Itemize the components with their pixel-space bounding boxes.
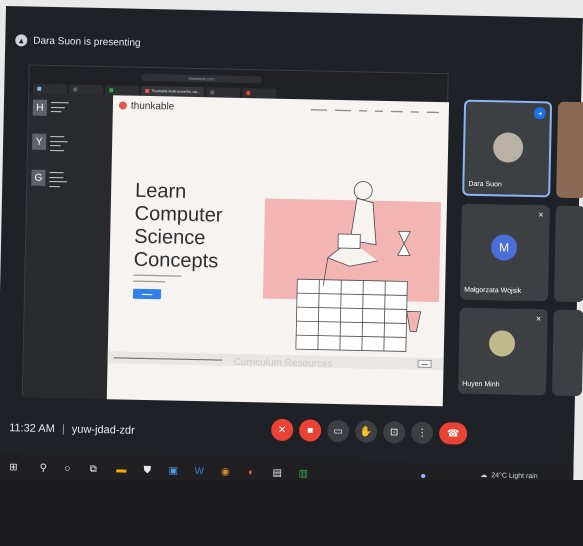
reading-list-item[interactable]: Y ▬▬▬▬ ▬▬▬▬▬ ▬▬▬ ▬▬▬▬ bbox=[28, 115, 113, 153]
browser-tab[interactable] bbox=[206, 87, 241, 98]
cloud-icon: ☁ bbox=[480, 472, 488, 480]
nav-link[interactable]: ▬▬ bbox=[411, 109, 419, 114]
participant-name: Dara Suon bbox=[468, 180, 502, 189]
participant-avatar bbox=[492, 132, 524, 163]
participant-tile-partial[interactable] bbox=[551, 309, 583, 397]
hero-illustration bbox=[262, 181, 441, 352]
browser-tab[interactable] bbox=[33, 83, 68, 95]
cortana-icon[interactable]: ○ bbox=[60, 461, 74, 475]
presenting-banner: ▲ Dara Suon is presenting bbox=[15, 34, 141, 49]
speaking-indicator-icon: ◂ bbox=[533, 107, 546, 120]
curriculum-watermark: Curriculum Resources bbox=[233, 356, 333, 370]
participant-tile-partial[interactable] bbox=[553, 205, 583, 303]
cookie-text-lines: ▬▬▬▬▬▬▬▬▬▬▬▬▬▬▬▬▬▬▬▬▬▬▬▬▬▬▬▬▬▬▬ bbox=[113, 355, 223, 362]
chrome-icon[interactable]: ◉ bbox=[218, 465, 232, 479]
nav-link[interactable]: ▬▬ bbox=[375, 108, 383, 113]
reading-list-item[interactable]: H ▬▬▬▬▬ ▬▬▬▬ ▬▬▬ bbox=[29, 94, 113, 118]
participant-tile-malgorzata[interactable]: M ✕ Małgorzata Wojsik bbox=[459, 203, 550, 302]
browser-tab[interactable] bbox=[105, 85, 140, 96]
participant-tile-dara[interactable]: ◂ Dara Suon bbox=[462, 99, 553, 198]
tab-favicon-icon bbox=[109, 88, 114, 93]
mic-off-icon: ✕ bbox=[537, 212, 544, 220]
document-app-icon[interactable]: ▤ bbox=[270, 466, 284, 480]
tab-favicon-icon bbox=[73, 87, 78, 92]
thunkable-logo[interactable]: thunkable bbox=[118, 100, 174, 112]
shared-browser-window: Thunkable Build powerful, nat... thunkab… bbox=[21, 64, 450, 407]
file-explorer-icon[interactable]: ▬ bbox=[114, 462, 128, 476]
hang-up-icon[interactable]: ☎ bbox=[438, 422, 468, 445]
meeting-code[interactable]: yuw-jdad-zdr bbox=[72, 423, 135, 436]
weather-text: 24°C Light rain bbox=[491, 471, 538, 480]
participant-tile-partial[interactable] bbox=[556, 101, 583, 199]
monitor-screen: ▲ Dara Suon is presenting Thunkable Buil… bbox=[0, 6, 583, 498]
item-letter-badge: Y bbox=[31, 133, 47, 150]
monitor-bezel bbox=[0, 480, 583, 546]
reading-list-item[interactable]: G ▬▬▬▬ ▬▬▬▬ ▬▬▬▬▬ ▬▬▬ bbox=[27, 151, 112, 189]
present-screen-icon[interactable]: ⊡ bbox=[382, 420, 406, 444]
hero-heading: Learn Computer Science Concepts bbox=[133, 179, 223, 273]
hero-subtitle-lines: ▬▬▬▬▬▬▬▬▬▬▬▬ ▬▬▬▬▬▬▬▬ bbox=[133, 271, 182, 284]
item-text-lines: ▬▬▬▬▬ ▬▬▬▬ ▬▬▬ bbox=[50, 99, 69, 114]
meeting-time: 11:32 AM bbox=[9, 422, 55, 436]
item-letter-badge: G bbox=[31, 169, 46, 186]
presenting-text: Dara Suon is presenting bbox=[33, 35, 141, 49]
presentation-icon: ▲ bbox=[15, 34, 28, 47]
store-icon[interactable]: ⛊ bbox=[140, 463, 154, 477]
task-view-icon[interactable]: ⧉ bbox=[86, 462, 100, 476]
browser-tab[interactable] bbox=[69, 84, 104, 96]
call-controls: ✕ ■ ▭ ✋ ⊡ ⋮ ☎ bbox=[270, 418, 468, 445]
firefox-icon[interactable]: ◐ bbox=[244, 465, 258, 479]
tab-favicon-icon bbox=[246, 91, 251, 96]
participant-tile-huyen[interactable]: ✕ Huyen Minh bbox=[457, 307, 548, 396]
item-text-lines: ▬▬▬▬▬▬▬▬▬▬▬▬▬▬▬▬ bbox=[49, 133, 68, 152]
thunkable-webpage: thunkable ▬▬▬▬ ▬▬▬▬ ▬▬ ▬▬ ▬▬▬ ▬▬ ▬▬▬ Lea… bbox=[106, 95, 450, 407]
nav-link[interactable]: ▬▬▬ bbox=[427, 109, 439, 114]
cookie-accept-button[interactable]: ▬▬ bbox=[417, 359, 432, 368]
captions-icon[interactable]: ▭ bbox=[326, 419, 350, 443]
mic-off-icon: ✕ bbox=[535, 316, 542, 324]
mail-icon[interactable]: ▣ bbox=[166, 463, 180, 477]
mic-off-icon[interactable]: ✕ bbox=[270, 418, 294, 442]
item-letter-badge: H bbox=[32, 99, 48, 116]
nav-link[interactable]: ▬▬▬▬ bbox=[335, 107, 351, 112]
browser-tab[interactable] bbox=[242, 87, 277, 99]
word-icon[interactable]: W bbox=[192, 464, 206, 478]
meeting-separator: | bbox=[61, 423, 65, 436]
nav-link[interactable]: ▬▬▬▬ bbox=[311, 106, 327, 111]
nav-link[interactable]: ▬▬ bbox=[359, 107, 367, 112]
photo-frame: ▲ Dara Suon is presenting Thunkable Buil… bbox=[0, 0, 583, 546]
nav-link[interactable]: ▬▬▬ bbox=[391, 108, 403, 113]
participant-name: Małgorzata Wojsik bbox=[464, 286, 522, 295]
tab-favicon-icon bbox=[37, 86, 42, 91]
item-text-lines: ▬▬▬▬▬▬▬▬▬▬▬▬▬▬▬▬ bbox=[49, 169, 67, 188]
participant-avatar bbox=[488, 330, 516, 357]
hero-cta-button[interactable]: ▬▬▬ bbox=[132, 288, 162, 300]
tab-favicon-icon bbox=[210, 90, 215, 95]
thunkable-logo-icon bbox=[118, 101, 128, 110]
weather-widget[interactable]: ☁ 24°C Light rain bbox=[480, 471, 538, 480]
meeting-details: 11:32 AM | yuw-jdad-zdr bbox=[9, 422, 135, 437]
participant-avatar: M bbox=[490, 234, 518, 261]
more-options-icon[interactable]: ⋮ bbox=[410, 421, 434, 445]
nav-links: ▬▬▬▬ ▬▬▬▬ ▬▬ ▬▬ ▬▬▬ ▬▬ ▬▬▬ bbox=[311, 106, 439, 114]
participant-name: Huyen Minh bbox=[462, 380, 500, 389]
raise-hand-icon[interactable]: ✋ bbox=[354, 420, 378, 443]
sheet-app-icon[interactable]: ▥ bbox=[296, 466, 310, 480]
windows-start-icon[interactable]: ⊞ bbox=[6, 460, 20, 474]
reading-list-panel: H ▬▬▬▬▬ ▬▬▬▬ ▬▬▬ Y ▬▬▬▬ ▬▬▬▬▬ ▬▬▬ ▬▬▬▬ G ▬▬▬▬… bbox=[22, 93, 114, 400]
camera-off-icon[interactable]: ■ bbox=[298, 419, 322, 442]
tab-favicon-icon bbox=[145, 88, 150, 94]
search-icon[interactable]: ⚲ bbox=[36, 461, 50, 475]
